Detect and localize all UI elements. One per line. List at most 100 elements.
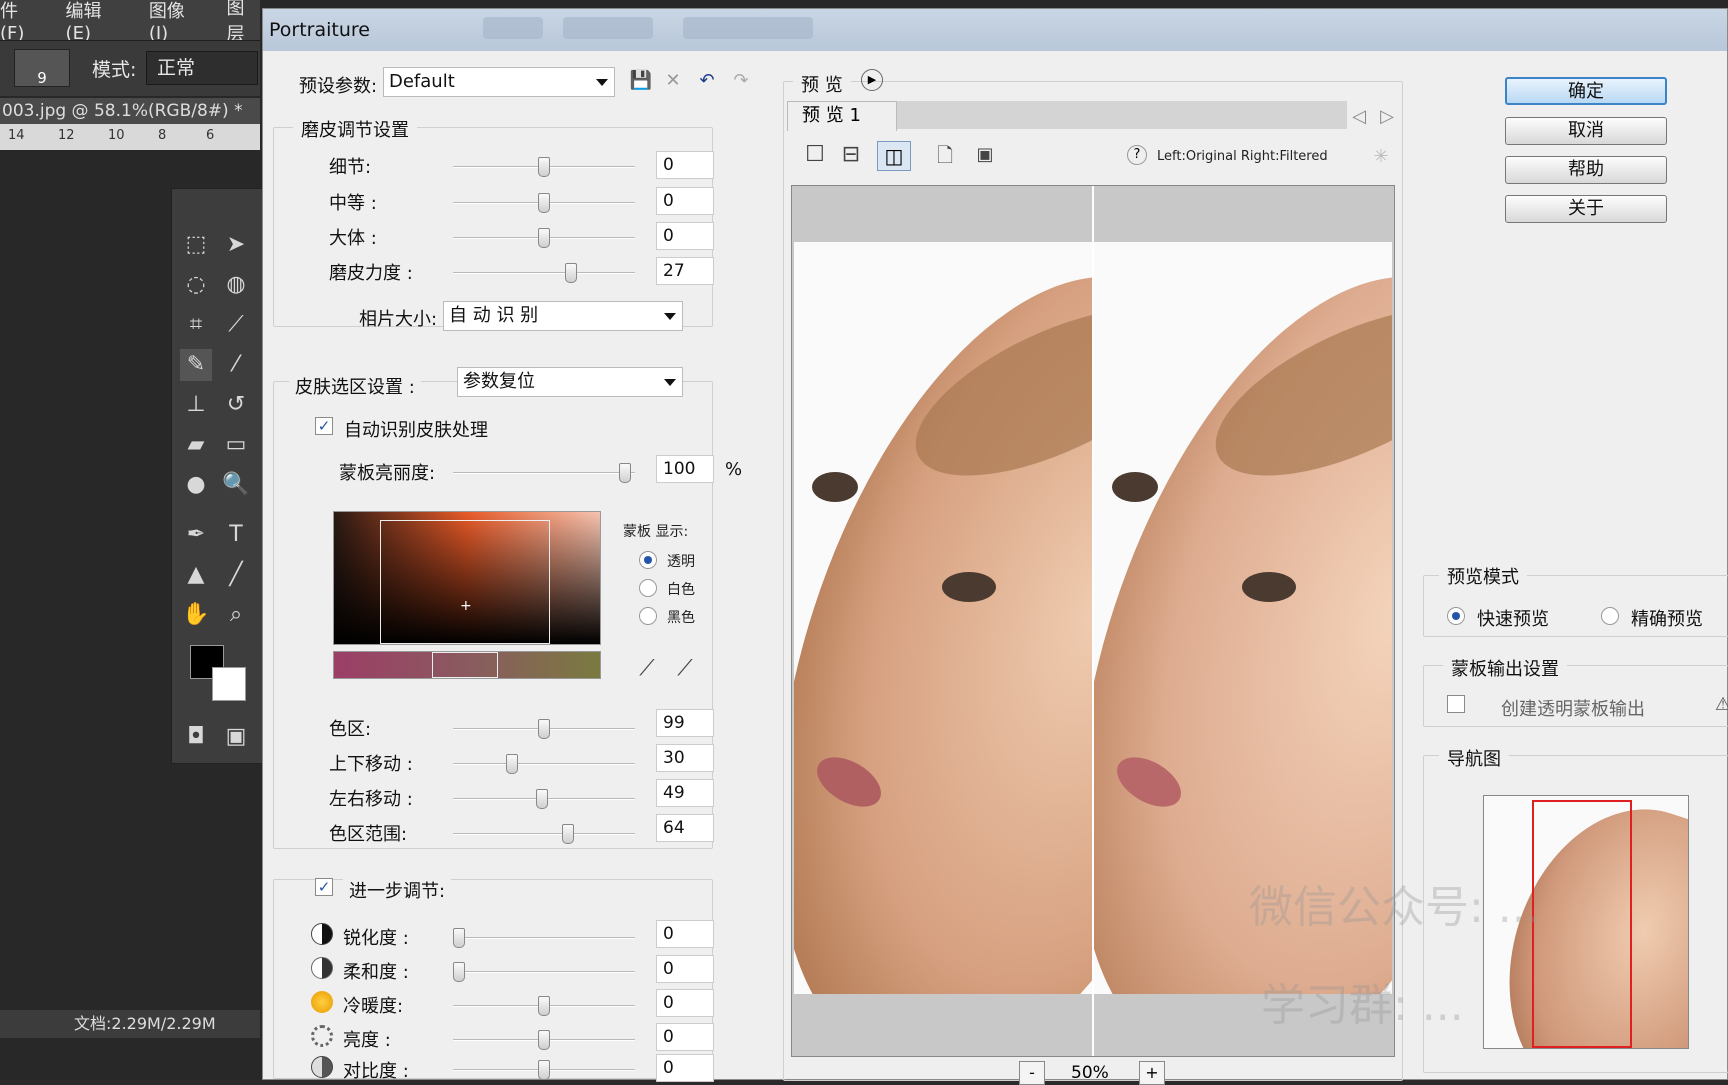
preview-tab-1[interactable]: 预 览 1: [787, 101, 897, 131]
slider-thumb[interactable]: [506, 754, 518, 774]
softness-field[interactable]: 0: [656, 955, 714, 983]
redo-icon[interactable]: ↷: [729, 69, 753, 93]
sharpness-field[interactable]: 0: [656, 920, 714, 948]
menu-file[interactable]: 件(F): [0, 0, 40, 44]
mask-black-radio[interactable]: [639, 607, 657, 625]
hue-field[interactable]: 99: [656, 709, 714, 737]
help-icon[interactable]: ?: [1127, 145, 1147, 165]
save-preset-icon[interactable]: 💾: [629, 69, 653, 93]
about-button[interactable]: 关于: [1505, 195, 1667, 223]
smoothing-strength-field[interactable]: 27: [656, 257, 714, 285]
vertical-shift-field[interactable]: 30: [656, 744, 714, 772]
split-vertical-icon[interactable]: ◫: [877, 141, 911, 171]
enhance-checkbox[interactable]: ✓: [315, 878, 333, 896]
hue-slider[interactable]: [453, 728, 635, 730]
smoothing-strength-slider[interactable]: [453, 272, 635, 274]
contrast-field[interactable]: 0: [656, 1054, 714, 1082]
zoom-tool-icon[interactable]: ⌕: [220, 599, 252, 631]
eyedropper-icon[interactable]: ⟋: [635, 657, 659, 681]
slider-thumb[interactable]: [538, 1030, 550, 1050]
dodge-tool-icon[interactable]: 🔍: [220, 469, 252, 501]
slider-thumb[interactable]: [453, 962, 465, 982]
precise-preview-radio[interactable]: [1601, 607, 1619, 625]
slider-thumb[interactable]: [562, 824, 574, 844]
play-icon[interactable]: ▶: [861, 69, 883, 91]
split-horizontal-icon[interactable]: ⊟: [839, 143, 863, 167]
fit-preview-icon[interactable]: ▣: [973, 143, 997, 167]
mask-output-checkbox[interactable]: [1447, 695, 1465, 713]
slider-thumb[interactable]: [453, 928, 465, 948]
warmth-field[interactable]: 0: [656, 989, 714, 1017]
mode-select[interactable]: 正常: [146, 51, 258, 85]
brush-preset-picker[interactable]: 9: [14, 49, 70, 87]
slider-thumb[interactable]: [536, 789, 548, 809]
skin-color-field[interactable]: +: [333, 511, 601, 645]
pen-tool-icon[interactable]: ✒: [180, 519, 212, 551]
skin-range-box[interactable]: [380, 520, 550, 644]
slider-thumb[interactable]: [538, 719, 550, 739]
large-field[interactable]: 0: [656, 222, 714, 250]
medium-field[interactable]: 0: [656, 187, 714, 215]
marquee-tool-icon[interactable]: ⬚: [180, 229, 212, 261]
navigator-viewport[interactable]: [1532, 800, 1632, 1048]
chevron-left-icon[interactable]: ◁: [1347, 105, 1371, 129]
hue-range-slider[interactable]: [453, 833, 635, 835]
eyedropper-tool-icon[interactable]: ⟋: [220, 309, 252, 341]
horizontal-shift-slider[interactable]: [453, 798, 635, 800]
mask-brightness-field[interactable]: 100: [656, 455, 714, 483]
sharpness-slider[interactable]: [453, 937, 635, 939]
vertical-shift-slider[interactable]: [453, 763, 635, 765]
delete-preset-icon[interactable]: ✕: [661, 69, 685, 93]
mask-transparent-radio[interactable]: [639, 551, 657, 569]
eyedropper-plus-icon[interactable]: ⟋: [673, 657, 697, 681]
blur-tool-icon[interactable]: ●: [180, 469, 212, 501]
quick-select-icon[interactable]: ◍: [220, 269, 252, 301]
photo-size-select[interactable]: 自 动 识 别: [443, 301, 683, 331]
help-button[interactable]: 帮助: [1505, 156, 1667, 184]
move-tool-icon[interactable]: ➤: [220, 229, 252, 261]
cancel-button[interactable]: 取消: [1505, 117, 1667, 145]
detail-slider[interactable]: [453, 166, 635, 168]
mask-brightness-slider[interactable]: [453, 472, 635, 474]
stamp-tool-icon[interactable]: ⊥: [180, 389, 212, 421]
fast-preview-radio[interactable]: [1447, 607, 1465, 625]
undo-icon[interactable]: ↶: [695, 69, 719, 93]
single-view-icon[interactable]: ☐: [803, 143, 827, 167]
hue-strip[interactable]: [333, 651, 601, 679]
slider-thumb[interactable]: [538, 1060, 550, 1080]
slider-thumb[interactable]: [538, 996, 550, 1016]
zoom-out-button[interactable]: -: [1019, 1061, 1045, 1085]
crop-tool-icon[interactable]: ⌗: [180, 309, 212, 341]
brush-tool-icon[interactable]: ⁄: [220, 349, 252, 381]
quick-mask-icon[interactable]: ◘: [180, 721, 212, 753]
document-tab[interactable]: 003.jpg @ 58.1%(RGB/8#) * ×: [0, 98, 260, 124]
type-tool-icon[interactable]: T: [220, 519, 252, 551]
detail-field[interactable]: 0: [656, 151, 714, 179]
line-tool-icon[interactable]: ╱: [220, 559, 252, 591]
gradient-tool-icon[interactable]: ▭: [220, 429, 252, 461]
zoom-in-button[interactable]: +: [1139, 1061, 1165, 1085]
contrast-slider[interactable]: [453, 1069, 635, 1071]
mask-white-radio[interactable]: [639, 579, 657, 597]
ok-button[interactable]: 确定: [1505, 77, 1667, 105]
path-select-icon[interactable]: ▲: [180, 559, 212, 591]
slider-thumb[interactable]: [619, 463, 631, 483]
hue-range-field[interactable]: 64: [656, 814, 714, 842]
slider-thumb[interactable]: [538, 193, 550, 213]
medium-slider[interactable]: [453, 202, 635, 204]
new-preview-icon[interactable]: 🗋: [933, 143, 957, 167]
healing-brush-icon[interactable]: ✎: [180, 349, 212, 381]
screen-mode-icon[interactable]: ▣: [220, 721, 252, 753]
history-brush-icon[interactable]: ↺: [220, 389, 252, 421]
large-slider[interactable]: [453, 237, 635, 239]
lasso-tool-icon[interactable]: ◌: [180, 269, 212, 301]
horizontal-shift-field[interactable]: 49: [656, 779, 714, 807]
brightness-slider[interactable]: [453, 1039, 635, 1041]
menu-image[interactable]: 图像(I): [149, 0, 201, 44]
skin-preset-select[interactable]: 参数复位: [457, 367, 683, 397]
background-color-swatch[interactable]: [212, 667, 246, 701]
softness-slider[interactable]: [453, 971, 635, 973]
hue-range-box[interactable]: [432, 652, 498, 678]
eraser-tool-icon[interactable]: ▰: [180, 429, 212, 461]
chevron-right-icon[interactable]: ▷: [1375, 105, 1399, 129]
